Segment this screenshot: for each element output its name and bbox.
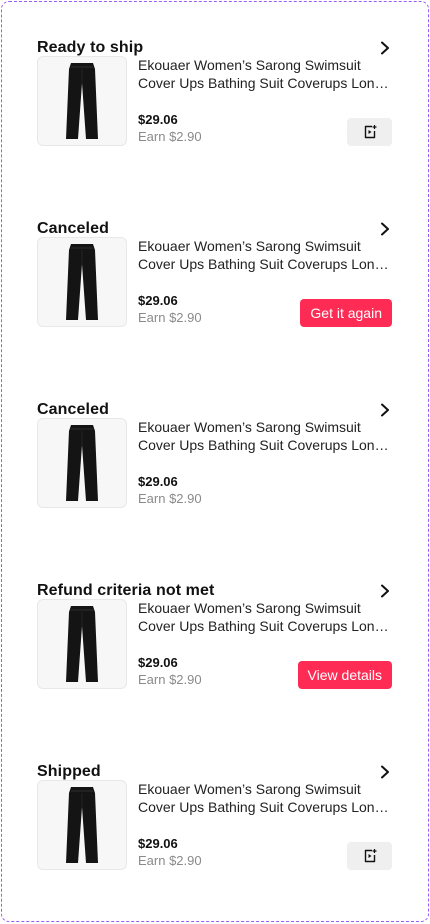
order-status-title: Refund criteria not met: [37, 582, 215, 599]
order-card[interactable]: Canceled Ekouaer Women’s Sarong Swimsuit…: [37, 395, 392, 515]
commission-earn: Earn $2.90: [138, 672, 202, 687]
add-to-showcase-button[interactable]: [347, 842, 392, 870]
product-title[interactable]: Ekouaer Women’s Sarong Swimsuit Cover Up…: [138, 780, 392, 816]
commission-earn: Earn $2.90: [138, 853, 202, 868]
product-title[interactable]: Ekouaer Women’s Sarong Swimsuit Cover Up…: [138, 56, 392, 92]
product-price: $29.06: [138, 655, 178, 670]
product-thumbnail[interactable]: [37, 780, 127, 870]
product-price: $29.06: [138, 112, 178, 127]
order-status-title: Shipped: [37, 763, 101, 780]
pants-image: [66, 244, 98, 320]
product-title[interactable]: Ekouaer Women’s Sarong Swimsuit Cover Up…: [138, 599, 392, 635]
pants-image: [66, 425, 98, 501]
product-price: $29.06: [138, 836, 178, 851]
pants-image: [66, 606, 98, 682]
order-status-title: Ready to ship: [37, 39, 144, 56]
product-thumbnail[interactable]: [37, 418, 127, 508]
order-card[interactable]: Refund criteria not met Ekouaer Women’s …: [37, 576, 392, 696]
commission-earn: Earn $2.90: [138, 491, 202, 506]
product-thumbnail[interactable]: [37, 56, 127, 146]
order-card[interactable]: Canceled Ekouaer Women’s Sarong Swimsuit…: [37, 214, 392, 334]
product-title[interactable]: Ekouaer Women’s Sarong Swimsuit Cover Up…: [138, 418, 392, 454]
product-price: $29.06: [138, 474, 178, 489]
product-thumbnail[interactable]: [37, 237, 127, 327]
order-card[interactable]: Shipped Ekouaer Women’s Sarong Swimsuit …: [37, 757, 392, 877]
add-to-showcase-icon: [364, 125, 377, 139]
order-status-title: Canceled: [37, 401, 109, 418]
commission-earn: Earn $2.90: [138, 310, 202, 325]
order-card[interactable]: Ready to ship Ekouaer Women’s Sarong Swi…: [37, 33, 392, 153]
pants-image: [66, 787, 98, 863]
pants-image: [66, 63, 98, 139]
product-title[interactable]: Ekouaer Women’s Sarong Swimsuit Cover Up…: [138, 237, 392, 273]
product-thumbnail[interactable]: [37, 599, 127, 689]
product-price: $29.06: [138, 293, 178, 308]
add-to-showcase-icon: [364, 849, 377, 863]
get-it-again-button[interactable]: Get it again: [300, 299, 392, 327]
order-list-frame: Ready to ship Ekouaer Women’s Sarong Swi…: [1, 1, 429, 922]
add-to-showcase-button[interactable]: [347, 118, 392, 146]
order-status-title: Canceled: [37, 220, 109, 237]
view-details-button[interactable]: View details: [297, 661, 392, 689]
commission-earn: Earn $2.90: [138, 129, 202, 144]
